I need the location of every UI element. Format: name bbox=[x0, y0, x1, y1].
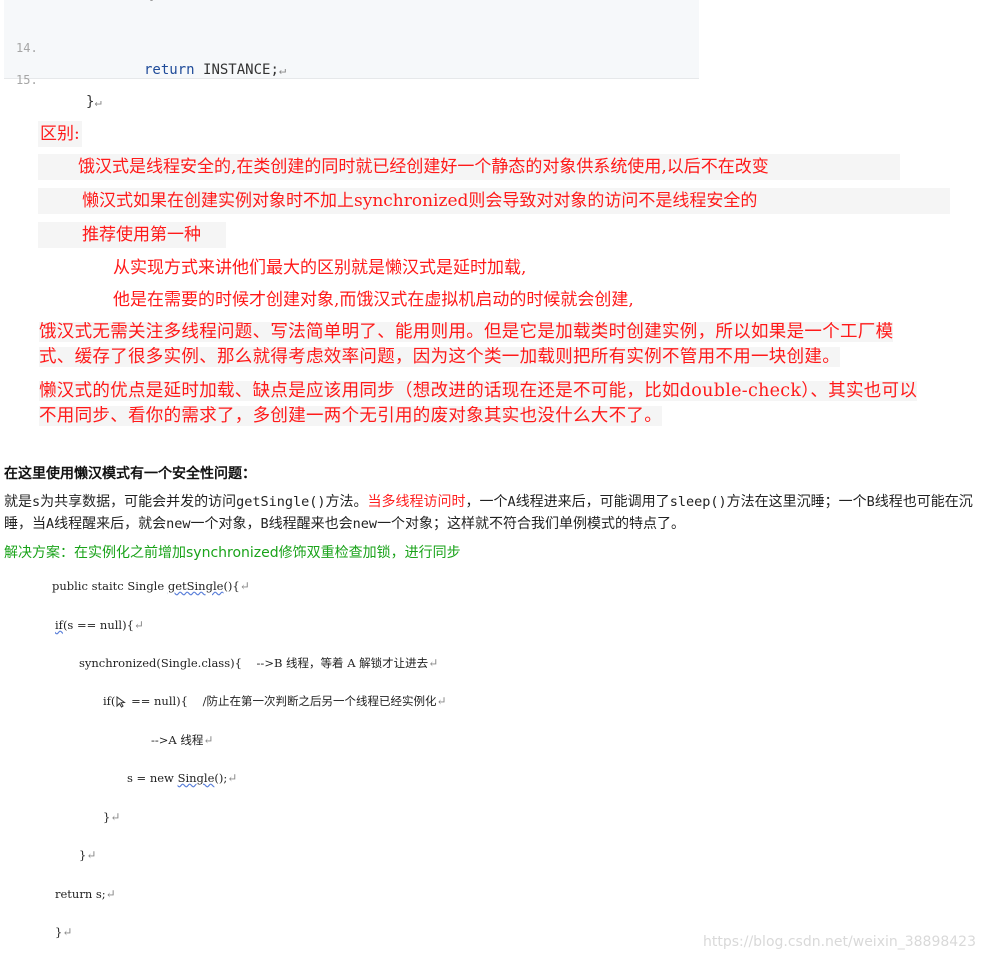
note-line-2: 懒汉式如果在创建实例对象时不加上synchronized则会导致对对象的访问不是… bbox=[38, 188, 950, 214]
code-line-14: 14. return INSTANCE;↵ bbox=[4, 15, 286, 78]
highlight-red-text: 当多线程访问时 bbox=[367, 494, 466, 510]
code-line: synchronized(Single.class){ -->B 线程，等着 A… bbox=[79, 656, 439, 670]
code-line: if(s == null){↵ bbox=[55, 618, 144, 632]
code-line: }↵ bbox=[103, 810, 121, 824]
note-line-3: 推荐使用第一种 bbox=[38, 222, 226, 248]
code-line: }↵ bbox=[79, 848, 97, 862]
line-number: 15. bbox=[16, 73, 38, 87]
code-line: return s;↵ bbox=[55, 887, 116, 901]
code-text: INSTANCE; bbox=[203, 62, 279, 78]
explanation-paragraph: 就是s为共享数据，可能会并发的访问getSingle()方法。当多线程访问时，一… bbox=[4, 494, 973, 532]
code-line-15: 15. }↵ bbox=[4, 47, 102, 110]
cursor-icon bbox=[115, 696, 127, 708]
code-line: s = new Single();↵ bbox=[127, 771, 238, 785]
note-paragraph-1: 饿汉式无需关注多线程问题、写法简单明了、能用则用。但是它是加载类时创建实例，所以… bbox=[39, 322, 894, 367]
note-paragraph-2: 懒汉式的优点是延时加载、缺点是应该用同步（想改进的话现在还是不可能，比如doub… bbox=[39, 381, 918, 426]
note-line-5: 他是在需要的时候才创建对象,而饿汉式在虚拟机启动的时候就会创建, bbox=[113, 290, 634, 310]
pilcrow-icon: ↵ bbox=[94, 95, 102, 109]
keyword-return: return bbox=[144, 62, 195, 78]
code-line: public staitc Single getSingle(){↵ bbox=[52, 579, 250, 593]
code-stub: } bbox=[149, 0, 156, 2]
code-block-top: } 14. return INSTANCE;↵ 15. }↵ bbox=[4, 0, 699, 110]
note-line-4: 从实现方式来讲他们最大的区别就是懒汉式是延时加载, bbox=[113, 258, 527, 278]
notes-title: 区别: bbox=[38, 121, 82, 147]
note-line-1: 饿汉式是线程安全的,在类创建的同时就已经创建好一个静态的对象供系统使用,以后不在… bbox=[38, 154, 900, 180]
section-title: 在这里使用懒汉模式有一个安全性问题： bbox=[4, 466, 256, 482]
solution-text: 解决方案：在实例化之前增加synchronized修饰双重检查加锁，进行同步 bbox=[4, 545, 461, 561]
watermark: https://blog.csdn.net/weixin_38898423 bbox=[702, 934, 976, 950]
pilcrow-icon: ↵ bbox=[278, 63, 287, 77]
code-line: }↵ bbox=[55, 925, 73, 939]
code-line: if( == null){ /防止在第一次判断之后另一个线程已经实例化↵ bbox=[103, 694, 447, 708]
code-line: -->A 线程↵ bbox=[151, 733, 214, 747]
